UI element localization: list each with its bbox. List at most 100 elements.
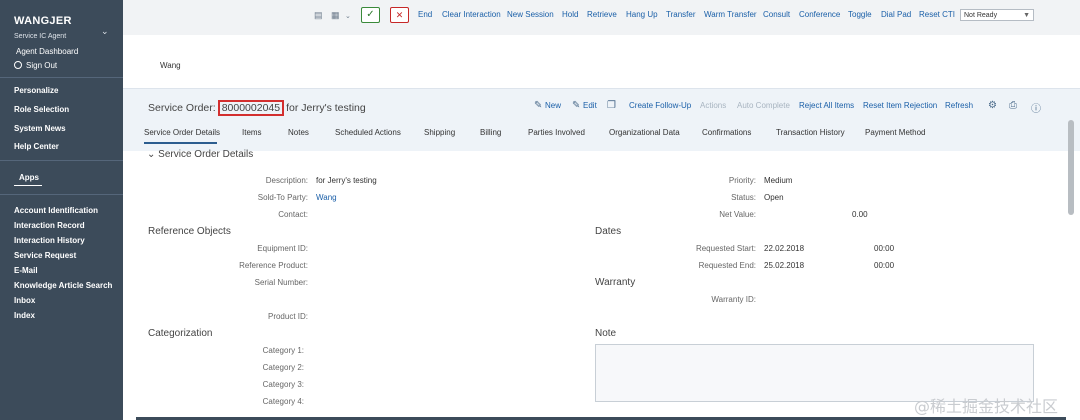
transfer-button[interactable]: Transfer — [666, 10, 696, 19]
sidebar-item-service-request[interactable]: Service Request — [14, 251, 76, 260]
details-section-toggle[interactable]: ⌄ Service Order Details — [147, 149, 253, 160]
sign-out-link[interactable]: Sign Out — [14, 61, 57, 70]
requested-end-time: 00:00 — [874, 261, 895, 270]
sidebar-item-personalize[interactable]: Personalize — [14, 86, 58, 95]
auto-complete-button[interactable]: Auto Complete — [737, 101, 790, 110]
tab-organizational-data[interactable]: Organizational Data — [609, 128, 680, 137]
status-value: Open — [764, 193, 784, 202]
tab-payment-method[interactable]: Payment Method — [865, 128, 925, 137]
sidebar-item-help-center[interactable]: Help Center — [14, 142, 59, 151]
sign-out-label: Sign Out — [26, 61, 58, 70]
reject-all-items-button[interactable]: Reject All Items — [799, 101, 854, 110]
tab-billing[interactable]: Billing — [480, 128, 501, 137]
tab-items[interactable]: Items — [242, 128, 262, 137]
sold-to-label: Sold-To Party: — [257, 193, 308, 202]
requested-start-label: Requested Start: — [695, 244, 756, 253]
help-icon[interactable]: ⓘ — [1031, 100, 1041, 115]
details-section-title: Service Order Details — [158, 149, 254, 160]
tab-shipping[interactable]: Shipping — [424, 128, 455, 137]
order-id: 8000002045 — [217, 100, 285, 116]
hang-up-button[interactable]: Hang Up — [626, 10, 658, 19]
new-icon[interactable]: ✎ — [534, 100, 542, 111]
requested-start-date: 22.02.2018 — [764, 244, 805, 253]
status-label: Status: — [731, 193, 756, 202]
tab-service-order-details[interactable]: Service Order Details — [144, 128, 220, 137]
divider — [0, 160, 123, 161]
category-3-label: Category 3: — [262, 380, 304, 389]
categorization-title: Categorization — [148, 328, 213, 339]
chevron-down-icon: ⌄ — [147, 149, 156, 160]
notepad-icon[interactable]: ▤ — [314, 10, 323, 21]
conference-button[interactable]: Conference — [799, 10, 840, 19]
watermark: @稀土掘金技术社区 — [914, 397, 1059, 416]
warm-transfer-button[interactable]: Warm Transfer — [704, 10, 757, 19]
edit-button[interactable]: Edit — [583, 101, 597, 110]
dial-pad-button[interactable]: Dial Pad — [881, 10, 911, 19]
reset-item-rejection-button[interactable]: Reset Item Rejection — [863, 101, 937, 110]
business-partner-name: Wang — [160, 61, 181, 70]
new-button[interactable]: New — [545, 101, 561, 110]
title-suffix: for Jerry's testing — [286, 102, 366, 114]
chevron-down-icon[interactable]: ⌄ — [345, 12, 351, 20]
agent-dashboard-link[interactable]: Agent Dashboard — [16, 47, 78, 56]
toggle-button[interactable]: Toggle — [848, 10, 872, 19]
dates-title: Dates — [595, 226, 622, 237]
serial-number-label: Serial Number: — [254, 278, 308, 287]
end-button[interactable]: End — [418, 10, 432, 19]
user-role: Service IC Agent — [14, 33, 67, 40]
gear-icon[interactable]: ⚙ — [988, 100, 997, 111]
reference-objects-title: Reference Objects — [148, 226, 231, 237]
sold-to-link[interactable]: Wang — [316, 193, 337, 202]
list-icon[interactable]: ▦ — [331, 10, 340, 21]
clear-interaction-button[interactable]: Clear Interaction — [442, 10, 501, 19]
new-session-button[interactable]: New Session — [507, 10, 554, 19]
net-value-label: Net Value: — [719, 210, 756, 219]
page-title: Service Order: 8000002045 for Jerry's test… — [148, 100, 366, 116]
user-name[interactable]: WANGJER — [14, 15, 72, 27]
retrieve-button[interactable]: Retrieve — [587, 10, 617, 19]
tab-transaction-history[interactable]: Transaction History — [776, 128, 845, 137]
divider — [0, 77, 123, 78]
sidebar-item-email[interactable]: E-Mail — [14, 266, 38, 275]
hold-button[interactable]: Hold — [562, 10, 578, 19]
print-icon[interactable]: ⎙ — [1009, 100, 1017, 111]
description-label: Description: — [265, 176, 308, 185]
consult-button[interactable]: Consult — [763, 10, 790, 19]
net-value: 0.00 — [852, 210, 868, 219]
tab-parties-involved[interactable]: Parties Involved — [528, 128, 585, 137]
apps-header[interactable]: Apps — [19, 173, 39, 182]
active-tab-indicator — [144, 142, 217, 144]
sidebar-item-interaction-history[interactable]: Interaction History — [14, 236, 85, 245]
equipment-id-label: Equipment ID: — [257, 244, 308, 253]
agent-status-select[interactable]: Not Ready ▼ — [960, 9, 1034, 21]
apps-underline — [14, 185, 42, 186]
tab-notes[interactable]: Notes — [288, 128, 309, 137]
reject-call-button[interactable]: ✕ — [390, 7, 409, 23]
tab-scheduled-actions[interactable]: Scheduled Actions — [335, 128, 401, 137]
refresh-button[interactable]: Refresh — [945, 101, 973, 110]
sidebar-item-interaction-record[interactable]: Interaction Record — [14, 221, 85, 230]
sidebar-item-index[interactable]: Index — [14, 311, 35, 320]
power-icon — [14, 61, 22, 69]
divider — [0, 194, 123, 195]
reference-product-label: Reference Product: — [239, 261, 308, 270]
tab-confirmations[interactable]: Confirmations — [702, 128, 751, 137]
description-value: for Jerry's testing — [316, 176, 377, 185]
sidebar-item-inbox[interactable]: Inbox — [14, 296, 35, 305]
object-header — [123, 88, 1080, 151]
title-prefix: Service Order: — [148, 102, 216, 114]
copy-icon[interactable]: ❐ — [607, 100, 616, 111]
sidebar-item-knowledge-article-search[interactable]: Knowledge Article Search — [14, 281, 112, 290]
sidebar: WANGJER Service IC Agent ⌄ Agent Dashboa… — [0, 0, 123, 420]
edit-icon[interactable]: ✎ — [572, 100, 580, 111]
vertical-scrollbar[interactable] — [1068, 120, 1074, 215]
requested-start-time: 00:00 — [874, 244, 895, 253]
chevron-down-icon[interactable]: ⌄ — [101, 26, 109, 37]
actions-button[interactable]: Actions — [700, 101, 726, 110]
accept-call-button[interactable]: ✓ — [361, 7, 380, 23]
create-follow-up-button[interactable]: Create Follow-Up — [629, 101, 691, 110]
sidebar-item-system-news[interactable]: System News — [14, 124, 66, 133]
sidebar-item-account-identification[interactable]: Account Identification — [14, 206, 98, 215]
reset-cti-button[interactable]: Reset CTI — [919, 10, 955, 19]
sidebar-item-role-selection[interactable]: Role Selection — [14, 105, 69, 114]
